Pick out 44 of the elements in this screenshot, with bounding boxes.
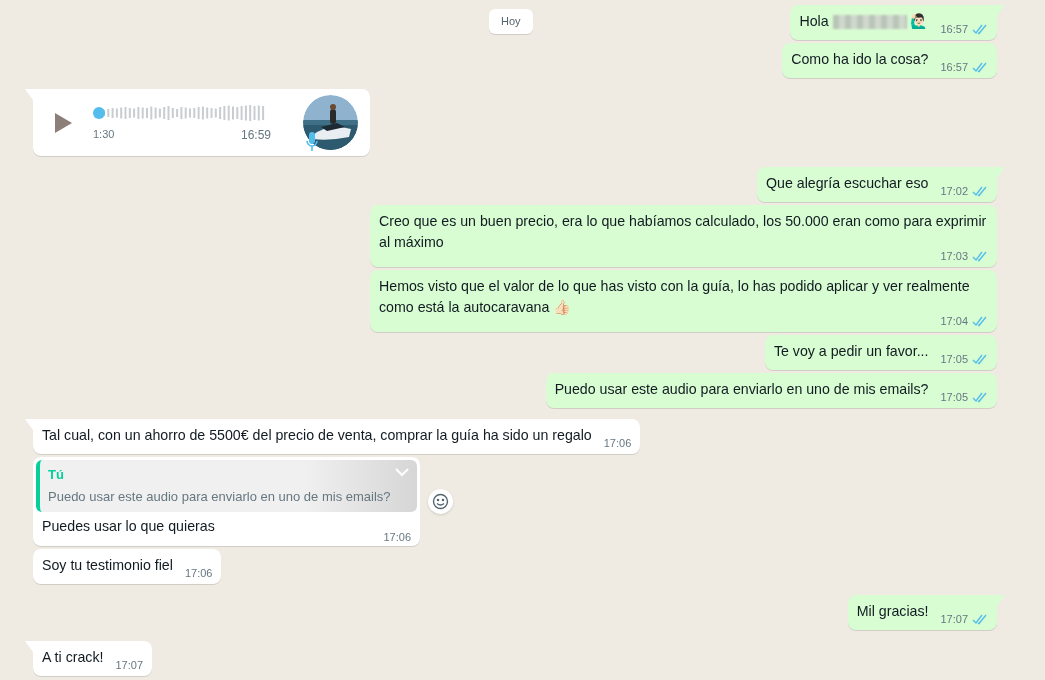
playback-thumb[interactable] <box>93 106 105 119</box>
message-time: 16:57 <box>940 22 968 36</box>
message-time: 16:59 <box>240 126 271 144</box>
message-time: 17:03 <box>940 249 968 263</box>
message-text: Hemos visto que el valor de lo que has visto con la guía, lo has podido aplicar y ver realmente como está la autocaravana 👍🏻 <box>379 278 970 315</box>
quote-author: Tú <box>48 466 64 484</box>
message-text: 🙋🏻‍♂ <box>909 13 929 29</box>
message-time: 17:07 <box>940 612 968 626</box>
double-check-icon <box>972 613 988 625</box>
message-text: Puedo usar este audio para enviarlo en uno de mis emails? <box>554 381 929 397</box>
reaction-button[interactable] <box>428 489 453 514</box>
quote-text: Puedo usar este audio para enviarlo en uno de mis emails? <box>48 488 392 506</box>
message-time: 17:06 <box>184 566 213 580</box>
message-text: Tal cual, con un ahorro de 5500€ del precio de venta, comprar la guía ha sido un regalo <box>42 427 592 443</box>
message-time: 17:06 <box>603 436 632 450</box>
message-text: Hola <box>799 13 830 29</box>
play-icon[interactable] <box>53 111 73 134</box>
message-text: Mil gracias! <box>856 603 929 619</box>
double-check-icon <box>972 315 988 327</box>
message-time: 17:07 <box>115 658 144 672</box>
audio-duration: 1:30 <box>93 126 115 142</box>
message-text: A ti crack! <box>42 649 104 665</box>
double-check-icon <box>972 61 988 73</box>
quoted-message[interactable]: Tú Puedo usar este audio para enviarlo en uno de mis emails? <box>36 460 417 512</box>
message-time: 17:02 <box>940 184 968 198</box>
message-text: Puedes usar lo que quieras <box>42 517 215 536</box>
double-check-icon <box>972 391 988 403</box>
double-check-icon <box>972 250 988 262</box>
microphone-icon <box>306 132 318 152</box>
message-text: Como ha ido la cosa? <box>791 51 929 67</box>
message-text: Que alegría escuchar eso <box>766 175 929 191</box>
date-chip: Hoy <box>489 9 533 34</box>
message-time: 17:05 <box>940 390 968 404</box>
message-time: 17:06 <box>383 531 411 543</box>
smiley-icon <box>432 493 449 510</box>
double-check-icon <box>972 353 988 365</box>
message-text: Soy tu testimonio fiel <box>42 557 173 573</box>
message-text: Creo que es un buen precio, era lo que habíamos calculado, los 50.000 eran como para exprimir al máximo <box>379 213 987 250</box>
double-check-icon <box>972 185 988 197</box>
message-time: 16:57 <box>940 60 968 74</box>
message-text: Te voy a pedir un favor... <box>773 343 929 359</box>
double-check-icon <box>972 23 988 35</box>
message-time: 17:05 <box>940 352 968 366</box>
message-time: 17:04 <box>940 314 968 328</box>
